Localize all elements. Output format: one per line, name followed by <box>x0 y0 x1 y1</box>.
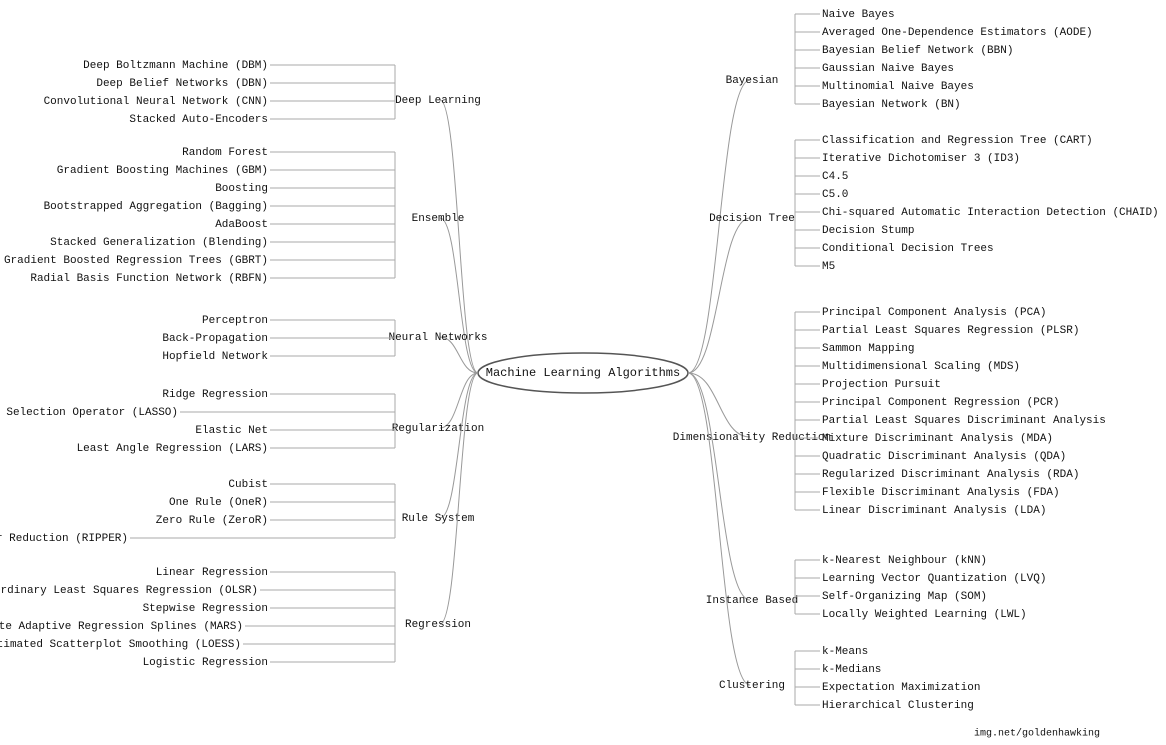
svg-text:img.net/goldenhawking: img.net/goldenhawking <box>974 728 1100 740</box>
svg-text:Locally Weighted Learning (LWL: Locally Weighted Learning (LWL) <box>822 609 1027 621</box>
svg-text:Least Absolute Shrinkage and S: Least Absolute Shrinkage and Selection O… <box>0 407 178 419</box>
svg-text:Stepwise Regression: Stepwise Regression <box>143 603 268 615</box>
svg-text:Deep Boltzmann Machine (DBM): Deep Boltzmann Machine (DBM) <box>83 60 268 72</box>
svg-text:Ensemble: Ensemble <box>412 213 465 225</box>
svg-text:Naive Bayes: Naive Bayes <box>822 9 895 21</box>
svg-text:Elastic Net: Elastic Net <box>195 425 268 437</box>
svg-text:Logistic Regression: Logistic Regression <box>143 657 268 669</box>
svg-text:Flexible Discriminant Analysis: Flexible Discriminant Analysis (FDA) <box>822 487 1060 499</box>
svg-text:Ridge Regression: Ridge Regression <box>162 389 268 401</box>
svg-text:Linear Discriminant Analysis (: Linear Discriminant Analysis (LDA) <box>822 505 1046 517</box>
svg-text:Self-Organizing Map (SOM): Self-Organizing Map (SOM) <box>822 591 987 603</box>
svg-text:Multinomial Naive Bayes: Multinomial Naive Bayes <box>822 81 974 93</box>
svg-text:Gaussian Naive Bayes: Gaussian Naive Bayes <box>822 63 954 75</box>
svg-text:k-Means: k-Means <box>822 646 868 658</box>
svg-text:Decision Tree: Decision Tree <box>709 213 795 225</box>
svg-text:k-Medians: k-Medians <box>822 664 881 676</box>
svg-text:Regularization: Regularization <box>392 423 484 435</box>
precise-mindmap: Machine Learning Algorithms Deep Learning… <box>0 0 1166 745</box>
svg-text:Projection Pursuit: Projection Pursuit <box>822 379 941 391</box>
svg-text:Hierarchical Clustering: Hierarchical Clustering <box>822 700 974 712</box>
svg-text:Principal Component Analysis (: Principal Component Analysis (PCA) <box>822 307 1046 319</box>
svg-text:Bootstrapped Aggregation (Bagg: Bootstrapped Aggregation (Bagging) <box>44 201 268 213</box>
svg-text:Instance Based: Instance Based <box>706 595 798 607</box>
svg-text:Perceptron: Perceptron <box>202 315 268 327</box>
svg-text:One Rule (OneR): One Rule (OneR) <box>169 497 268 509</box>
svg-text:Locally Estimated Scatterplot: Locally Estimated Scatterplot Smoothing … <box>0 639 241 651</box>
svg-text:Bayesian: Bayesian <box>726 75 779 87</box>
svg-text:Regularized Discriminant Analy: Regularized Discriminant Analysis (RDA) <box>822 469 1079 481</box>
svg-text:Learning Vector Quantization (: Learning Vector Quantization (LVQ) <box>822 573 1046 585</box>
svg-text:Gradient Boosting Machines (GB: Gradient Boosting Machines (GBM) <box>57 165 268 177</box>
svg-text:k-Nearest Neighbour (kNN): k-Nearest Neighbour (kNN) <box>822 555 987 567</box>
svg-text:C5.0: C5.0 <box>822 189 848 201</box>
svg-text:Partial Least Squares Discrimi: Partial Least Squares Discriminant Analy… <box>822 415 1106 427</box>
svg-text:Bayesian Network (BN): Bayesian Network (BN) <box>822 99 961 111</box>
svg-text:Ordinary Least Squares Regress: Ordinary Least Squares Regression (OLSR) <box>0 585 258 597</box>
svg-text:Mixture Discriminant Analysis: Mixture Discriminant Analysis (MDA) <box>822 433 1053 445</box>
svg-text:Expectation Maximization: Expectation Maximization <box>822 682 980 694</box>
svg-text:Quadratic Discriminant Analysi: Quadratic Discriminant Analysis (QDA) <box>822 451 1066 463</box>
svg-text:Averaged One-Dependence Estima: Averaged One-Dependence Estimators (AODE… <box>822 27 1093 39</box>
svg-text:Gradient Boosted Regression Tr: Gradient Boosted Regression Trees (GBRT) <box>4 255 268 267</box>
svg-text:Radial Basis Function Network: Radial Basis Function Network (RBFN) <box>30 273 268 285</box>
svg-text:Principal Component Regression: Principal Component Regression (PCR) <box>822 397 1060 409</box>
svg-text:C4.5: C4.5 <box>822 171 848 183</box>
svg-text:Stacked Auto-Encoders: Stacked Auto-Encoders <box>129 114 268 126</box>
svg-text:Iterative Dichotomiser 3 (ID3): Iterative Dichotomiser 3 (ID3) <box>822 153 1020 165</box>
svg-text:Repeated Incremental Pruning t: Repeated Incremental Pruning to Produce … <box>0 533 128 545</box>
svg-text:Machine Learning Algorithms: Machine Learning Algorithms <box>486 366 680 380</box>
svg-text:Multidimensional Scaling (MDS): Multidimensional Scaling (MDS) <box>822 361 1020 373</box>
svg-text:Bayesian Belief Network (BBN): Bayesian Belief Network (BBN) <box>822 45 1013 57</box>
svg-text:Convolutional Neural Network (: Convolutional Neural Network (CNN) <box>44 96 268 108</box>
svg-text:Random Forest: Random Forest <box>182 147 268 159</box>
svg-text:Classification and Regression: Classification and Regression Tree (CART… <box>822 135 1093 147</box>
svg-text:Cubist: Cubist <box>228 479 268 491</box>
svg-text:Stacked Generalization (Blendi: Stacked Generalization (Blending) <box>50 237 268 249</box>
svg-text:Decision Stump: Decision Stump <box>822 225 914 237</box>
svg-text:Multivariate Adaptive Regressi: Multivariate Adaptive Regression Splines… <box>0 621 243 633</box>
svg-text:Sammon Mapping: Sammon Mapping <box>822 343 914 355</box>
svg-text:AdaBoost: AdaBoost <box>215 219 268 231</box>
svg-text:Partial Least Squares Regressi: Partial Least Squares Regression (PLSR) <box>822 325 1079 337</box>
svg-text:Back-Propagation: Back-Propagation <box>162 333 268 345</box>
svg-text:M5: M5 <box>822 261 835 273</box>
svg-text:Deep Belief Networks (DBN): Deep Belief Networks (DBN) <box>96 78 268 90</box>
svg-text:Boosting: Boosting <box>215 183 268 195</box>
svg-text:Chi-squared Automatic Interact: Chi-squared Automatic Interaction Detect… <box>822 207 1159 219</box>
svg-text:Conditional Decision Trees: Conditional Decision Trees <box>822 243 994 255</box>
svg-text:Regression: Regression <box>405 619 471 631</box>
svg-text:Deep Learning: Deep Learning <box>395 95 481 107</box>
svg-text:Linear Regression: Linear Regression <box>156 567 268 579</box>
svg-text:Neural Networks: Neural Networks <box>388 332 487 344</box>
svg-text:Hopfield Network: Hopfield Network <box>162 351 268 363</box>
svg-text:Clustering: Clustering <box>719 680 785 692</box>
svg-text:Least Angle Regression (LARS): Least Angle Regression (LARS) <box>77 443 268 455</box>
svg-text:Zero Rule (ZeroR): Zero Rule (ZeroR) <box>156 515 268 527</box>
svg-text:Rule System: Rule System <box>402 513 475 525</box>
